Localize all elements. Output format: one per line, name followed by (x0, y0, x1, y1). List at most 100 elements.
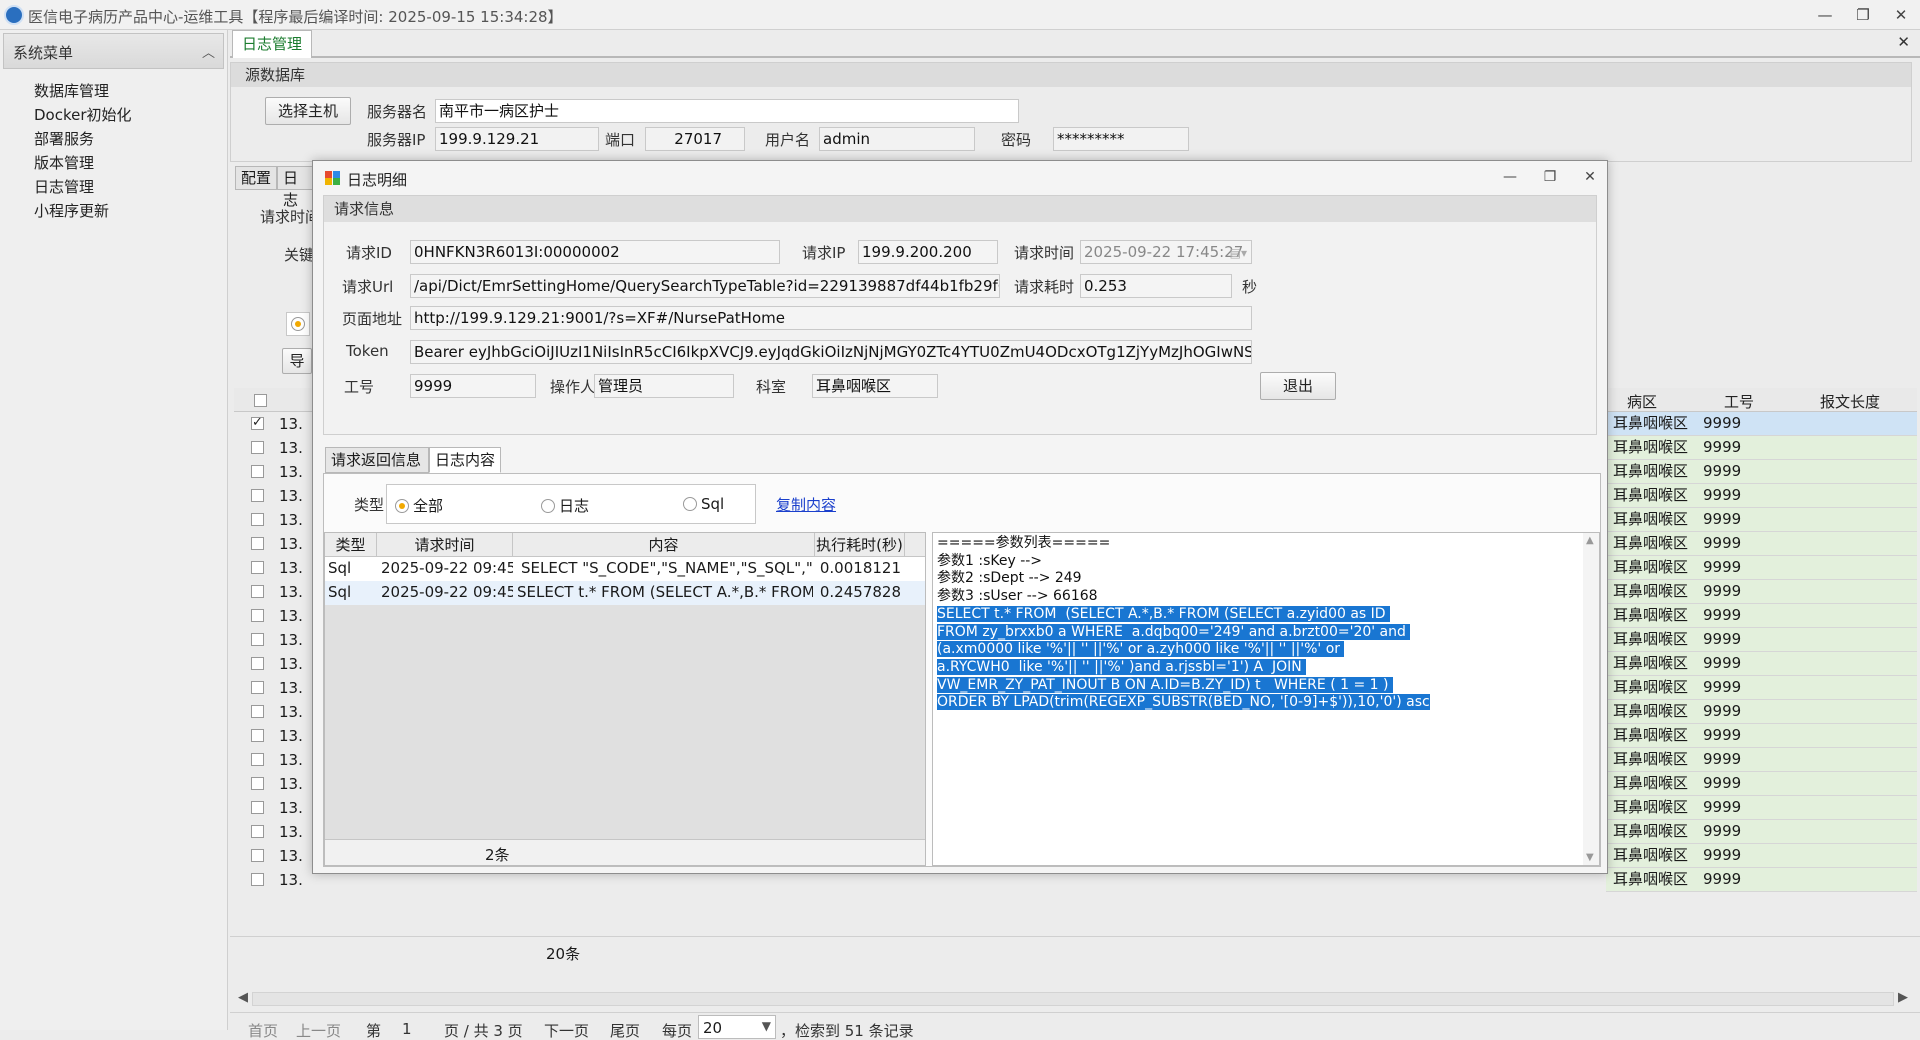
scroll-up-icon[interactable]: ▲ (1586, 535, 1594, 546)
row-checkbox[interactable] (251, 825, 264, 838)
dialog-maximize-button[interactable]: ❐ (1537, 167, 1563, 187)
row-checkbox[interactable] (251, 681, 264, 694)
row-checkbox[interactable] (251, 801, 264, 814)
row-checkbox[interactable] (251, 657, 264, 670)
token-field[interactable]: Bearer eyJhbGciOiJIUzI1NiIsInR5cCI6IkpXV… (410, 340, 1252, 364)
vertical-scrollbar[interactable]: ▲ ▼ (1583, 533, 1599, 865)
cell-time: 2025-09-22 09:45:27 (381, 583, 513, 601)
server-ip-field[interactable]: 199.9.129.21 (435, 127, 599, 151)
minimize-button[interactable]: — (1810, 4, 1840, 26)
per-page-select[interactable]: 20 ▼ (698, 1015, 776, 1039)
tab-log-content[interactable]: 日志内容 (429, 447, 501, 473)
radio-all[interactable]: 全部 (395, 495, 443, 516)
dialog-titlebar[interactable]: 日志明细 — ❐ ✕ (313, 161, 1607, 195)
close-button[interactable]: ✕ (1886, 4, 1916, 26)
row-checkbox[interactable] (251, 753, 264, 766)
column-ward[interactable]: 病区 (1627, 391, 1657, 412)
sidebar-item-docker[interactable]: Docker初始化 (0, 103, 227, 127)
radio-fragment[interactable] (286, 312, 310, 336)
sidebar-header[interactable]: 系统菜单 ︿ (3, 33, 224, 69)
department-field[interactable]: 耳鼻咽喉区 (812, 374, 938, 398)
close-tab-icon[interactable]: ✕ (1897, 33, 1910, 51)
cell-job-number: 9999 (1696, 820, 1788, 844)
row-checkbox[interactable] (251, 489, 264, 502)
request-id-field[interactable]: 0HNFKN3R6013I:00000002 (410, 240, 780, 264)
password-field[interactable]: ********* (1053, 127, 1189, 151)
row-checkbox[interactable] (251, 873, 264, 886)
row-count: 20条 (546, 945, 581, 963)
sidebar-item-database[interactable]: 数据库管理 (0, 79, 227, 103)
table-row[interactable]: Sql 2025-09-22 09:45:27 SELECT t.* FROM … (325, 581, 925, 605)
row-checkbox[interactable] (251, 561, 264, 574)
sidebar-item-deploy[interactable]: 部署服务 (0, 127, 227, 151)
scrollbar-track[interactable] (252, 992, 1894, 1006)
restore-button[interactable]: ❐ (1848, 4, 1878, 26)
cell-message-length (1788, 580, 1917, 604)
calendar-icon[interactable]: ▤▾ (1230, 242, 1247, 263)
row-checkbox[interactable] (251, 633, 264, 646)
request-url-field[interactable]: /api/Dict/EmrSettingHome/QuerySearchType… (410, 274, 1000, 298)
tab-log[interactable]: 日志 (277, 166, 317, 209)
row-checkbox[interactable] (251, 415, 264, 430)
operator-field[interactable]: 管理员 (594, 374, 734, 398)
tab-log-management[interactable]: 日志管理 (232, 30, 312, 58)
tab-config[interactable]: 配置 (235, 166, 277, 190)
first-page-button[interactable]: 首页 (248, 1020, 278, 1040)
row-checkbox[interactable] (251, 849, 264, 862)
export-button[interactable]: 导 (282, 348, 312, 374)
server-name-field[interactable]: 南平市一病区护士 (435, 99, 1019, 123)
column-content[interactable]: 内容 (513, 533, 815, 557)
cell-job-number: 9999 (1696, 868, 1788, 892)
radio-sql[interactable]: Sql (683, 495, 724, 513)
cell-job-number: 9999 (1696, 508, 1788, 532)
port-label: 端口 (605, 131, 636, 149)
column-request-time[interactable]: 请求时间 (377, 533, 513, 557)
log-content-text[interactable]: =====参数列表===== 参数1 :sKey --> 参数2 :sDept --… (932, 532, 1600, 866)
job-number-field[interactable]: 9999 (410, 374, 536, 398)
horizontal-scrollbar[interactable]: ◀ ▶ (238, 990, 1918, 1010)
cell-message-length (1788, 820, 1917, 844)
row-checkbox[interactable] (251, 537, 264, 550)
next-page-button[interactable]: 下一页 (544, 1020, 589, 1040)
request-time-field[interactable]: 2025-09-22 17:45:27 ▤▾ (1080, 240, 1252, 264)
row-checkbox[interactable] (251, 465, 264, 478)
row-id-fragment: 13. (279, 535, 303, 553)
elapsed-field[interactable]: 0.253 (1080, 274, 1232, 298)
request-ip-field[interactable]: 199.9.200.200 (858, 240, 998, 264)
column-type[interactable]: 类型 (325, 533, 377, 557)
sidebar-item-logs[interactable]: 日志管理 (0, 175, 227, 199)
sidebar-item-miniapp[interactable]: 小程序更新 (0, 199, 227, 223)
sidebar-item-version[interactable]: 版本管理 (0, 151, 227, 175)
scroll-down-icon[interactable]: ▼ (1586, 852, 1594, 863)
row-checkbox[interactable] (251, 513, 264, 526)
select-host-button[interactable]: 选择主机 (265, 97, 351, 125)
page-input[interactable]: 1 (402, 1020, 412, 1038)
tab-response-info[interactable]: 请求返回信息 (325, 447, 429, 473)
port-field[interactable]: 27017 (645, 127, 745, 151)
prev-page-button[interactable]: 上一页 (296, 1020, 341, 1040)
select-all-checkbox[interactable] (254, 394, 267, 407)
row-checkbox[interactable] (251, 609, 264, 622)
row-checkbox[interactable] (251, 441, 264, 454)
column-cost[interactable]: 执行耗时(秒) (815, 533, 905, 557)
exit-button[interactable]: 退出 (1260, 372, 1336, 400)
copy-content-link[interactable]: 复制内容 (776, 494, 836, 515)
scroll-right-icon[interactable]: ▶ (1898, 990, 1908, 1005)
column-message-length[interactable]: 报文长度 (1820, 391, 1880, 412)
dialog-minimize-button[interactable]: — (1497, 167, 1523, 187)
page-prefix: 第 (366, 1022, 382, 1040)
dialog-close-button[interactable]: ✕ (1577, 167, 1603, 187)
row-checkbox[interactable] (251, 705, 264, 718)
page-url-field[interactable]: http://199.9.129.21:9001/?s=XF#/NursePat… (410, 306, 1252, 330)
radio-log[interactable]: 日志 (541, 495, 589, 516)
last-page-button[interactable]: 尾页 (610, 1020, 640, 1040)
scroll-left-icon[interactable]: ◀ (238, 990, 248, 1005)
username-field[interactable]: admin (819, 127, 975, 151)
chevron-up-icon[interactable]: ︿ (202, 42, 215, 61)
column-job-number[interactable]: 工号 (1724, 391, 1754, 412)
row-checkbox[interactable] (251, 729, 264, 742)
content-lines: =====参数列表===== 参数1 :sKey --> 参数2 :sDept --… (933, 533, 1599, 712)
row-checkbox[interactable] (251, 777, 264, 790)
table-row[interactable]: Sql 2025-09-22 09:45:27 SELECT "S_CODE",… (325, 557, 925, 581)
row-checkbox[interactable] (251, 585, 264, 598)
